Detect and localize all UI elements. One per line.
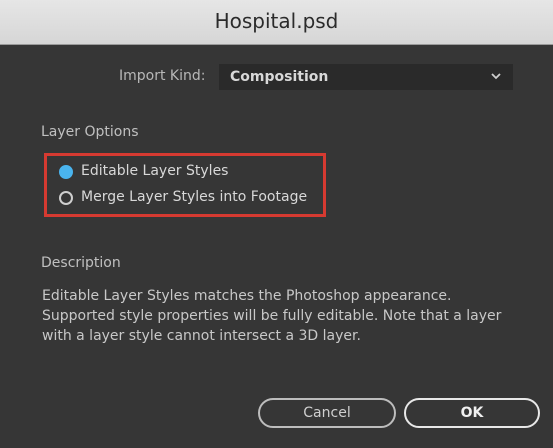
cancel-button[interactable]: Cancel <box>258 398 396 428</box>
description-heading: Description <box>41 255 121 271</box>
import-dialog: Hospital.psd Import Kind: Composition La… <box>0 0 553 448</box>
description-text: Editable Layer Styles matches the Photos… <box>42 288 502 344</box>
layer-options-heading: Layer Options <box>41 124 139 140</box>
chevron-down-icon <box>491 73 501 80</box>
layer-options-highlight: Editable Layer Styles Merge Layer Styles… <box>44 153 326 217</box>
import-kind-value: Composition <box>230 69 329 85</box>
import-kind-row: Import Kind: Composition <box>0 64 553 90</box>
radio-selected-icon[interactable] <box>59 165 73 179</box>
import-kind-select[interactable]: Composition <box>219 64 513 90</box>
title-bar: Hospital.psd <box>0 0 553 45</box>
window-title: Hospital.psd <box>214 9 339 33</box>
import-kind-label: Import Kind: <box>119 68 206 84</box>
option-merge-layer-styles[interactable]: Merge Layer Styles into Footage <box>59 189 321 211</box>
radio-unselected-icon[interactable] <box>59 191 73 205</box>
option-label: Merge Layer Styles into Footage <box>81 189 308 205</box>
option-editable-layer-styles[interactable]: Editable Layer Styles <box>59 163 321 185</box>
option-label: Editable Layer Styles <box>81 163 229 179</box>
ok-button[interactable]: OK <box>404 398 540 428</box>
